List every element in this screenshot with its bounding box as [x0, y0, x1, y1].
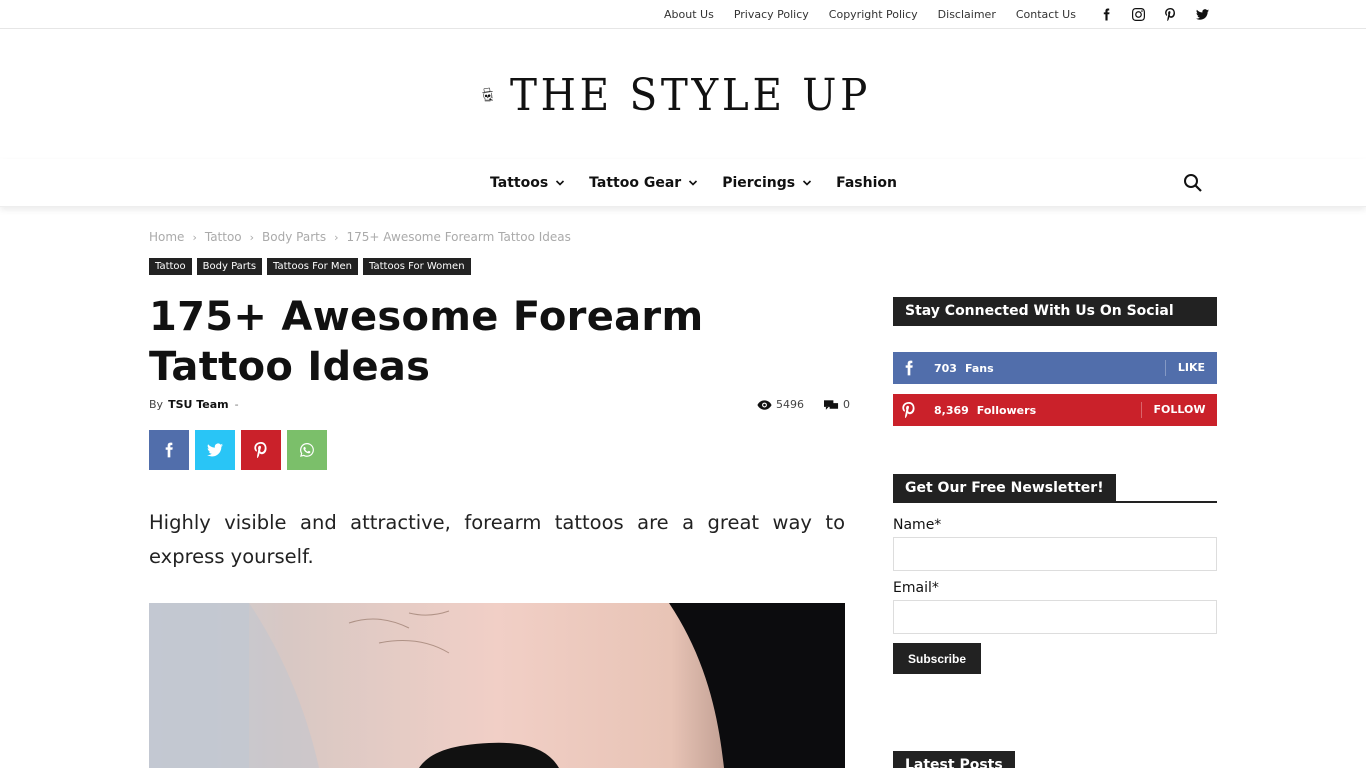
nav-item-fashion[interactable]: Fashion — [836, 175, 897, 191]
breadcrumb-separator: › — [192, 230, 197, 244]
share-pinterest-button[interactable] — [241, 430, 281, 470]
forearm-tattoo-photo — [149, 603, 845, 768]
facebook-fans-count: 703 — [934, 361, 957, 375]
comment-icon — [824, 399, 839, 410]
contact-us-link[interactable]: Contact Us — [1016, 8, 1076, 21]
disclaimer-link[interactable]: Disclaimer — [938, 8, 996, 21]
instagram-icon[interactable] — [1126, 2, 1150, 26]
twitter-icon — [207, 443, 223, 457]
eye-icon — [757, 399, 772, 410]
share-whatsapp-button[interactable] — [287, 430, 327, 470]
article-title: 175+ Awesome Forearm Tattoo Ideas — [149, 294, 704, 390]
heading-text: Latest Posts — [893, 751, 1015, 768]
category-tag[interactable]: Tattoos For Women — [363, 258, 471, 275]
breadcrumb-tattoo[interactable]: Tattoo — [205, 230, 242, 244]
site-logo[interactable]: THE STYLE UP — [482, 52, 902, 138]
category-tag[interactable]: Tattoos For Men — [267, 258, 359, 275]
copyright-policy-link[interactable]: Copyright Policy — [829, 8, 918, 21]
share-twitter-button[interactable] — [195, 430, 235, 470]
twitter-icon[interactable] — [1190, 2, 1214, 26]
comment-count: 0 — [843, 398, 850, 411]
article-hero-image — [149, 603, 845, 768]
nav-item-label: Piercings — [722, 174, 796, 191]
chevron-down-icon — [803, 179, 812, 186]
meta-dash: - — [234, 398, 239, 411]
nav-item-piercings[interactable]: Piercings — [722, 175, 812, 191]
pinterest-follow-button[interactable]: FOLLOW — [1141, 402, 1217, 418]
logo-text: THE STYLE UP — [509, 69, 871, 121]
nav-item-tattoo-gear[interactable]: Tattoo Gear — [589, 175, 698, 191]
breadcrumb-separator: › — [334, 230, 339, 244]
author-link[interactable]: TSU Team — [168, 398, 229, 411]
share-buttons — [149, 430, 333, 470]
nav-item-label: Tattoos — [490, 174, 549, 191]
facebook-icon[interactable] — [1094, 2, 1118, 26]
pinterest-followers-count: 8,369 — [934, 403, 969, 417]
email-field[interactable] — [893, 600, 1217, 634]
category-tag[interactable]: Tattoo — [149, 258, 192, 275]
name-label: Name* — [893, 517, 942, 533]
whatsapp-icon — [300, 442, 314, 457]
article-stats: 5496 0 — [757, 398, 850, 411]
facebook-icon — [905, 360, 913, 376]
breadcrumb-separator: › — [249, 230, 255, 244]
search-icon[interactable] — [1182, 172, 1204, 194]
view-count: 5496 — [776, 398, 804, 411]
top-bar: About Us Privacy Policy Copyright Policy… — [0, 0, 1366, 29]
share-facebook-button[interactable] — [149, 430, 189, 470]
newsletter-widget-heading: Get Our Free Newsletter! — [893, 474, 1217, 503]
facebook-like-button[interactable]: LIKE — [1165, 360, 1217, 376]
article-meta: By TSU Team - — [149, 398, 239, 411]
chevron-down-icon — [556, 179, 565, 186]
category-tags: Tattoo Body Parts Tattoos For Men Tattoo… — [149, 258, 476, 275]
email-label: Email* — [893, 580, 939, 596]
chevron-down-icon — [689, 179, 698, 186]
facebook-fans-label: Fans — [964, 361, 994, 375]
pinterest-icon — [254, 442, 267, 458]
pinterest-icon — [902, 402, 915, 418]
heading-text: Get Our Free Newsletter! — [893, 474, 1116, 503]
skull-logo-icon — [482, 87, 493, 102]
subscribe-button[interactable]: Subscribe — [893, 643, 981, 674]
pinterest-followers-label: Followers — [976, 403, 1037, 417]
nav-item-label: Fashion — [836, 174, 897, 191]
heading-text: Stay Connected With Us On Social Media! — [893, 297, 1217, 348]
nav-item-tattoos[interactable]: Tattoos — [490, 175, 565, 191]
social-widget-heading: Stay Connected With Us On Social Media! — [893, 297, 1217, 348]
comments-link[interactable]: 0 — [824, 398, 850, 411]
nav-item-label: Tattoo Gear — [589, 174, 682, 191]
pinterest-icon[interactable] — [1158, 2, 1182, 26]
by-label: By — [149, 398, 164, 411]
breadcrumb-home[interactable]: Home — [149, 230, 184, 244]
breadcrumb: Home › Tattoo › Body Parts › 175+ Awesom… — [149, 230, 571, 244]
pinterest-counter-row: 8,369 Followers FOLLOW — [893, 394, 1217, 426]
latest-posts-heading: Latest Posts — [893, 751, 1217, 768]
name-field[interactable] — [893, 537, 1217, 571]
category-tag[interactable]: Body Parts — [196, 258, 263, 275]
main-nav: Tattoos Tattoo Gear Piercings Fashion — [0, 159, 1366, 207]
top-social-icons — [1090, 0, 1218, 28]
article-intro: Highly visible and attractive, forearm t… — [149, 511, 845, 568]
breadcrumb-current: 175+ Awesome Forearm Tattoo Ideas — [346, 230, 571, 244]
breadcrumb-body-parts[interactable]: Body Parts — [262, 230, 326, 244]
facebook-counter-row: 703 Fans LIKE — [893, 352, 1217, 384]
facebook-icon — [165, 442, 173, 458]
privacy-policy-link[interactable]: Privacy Policy — [734, 8, 809, 21]
about-us-link[interactable]: About Us — [664, 8, 714, 21]
top-links: About Us Privacy Policy Copyright Policy… — [654, 0, 1086, 28]
